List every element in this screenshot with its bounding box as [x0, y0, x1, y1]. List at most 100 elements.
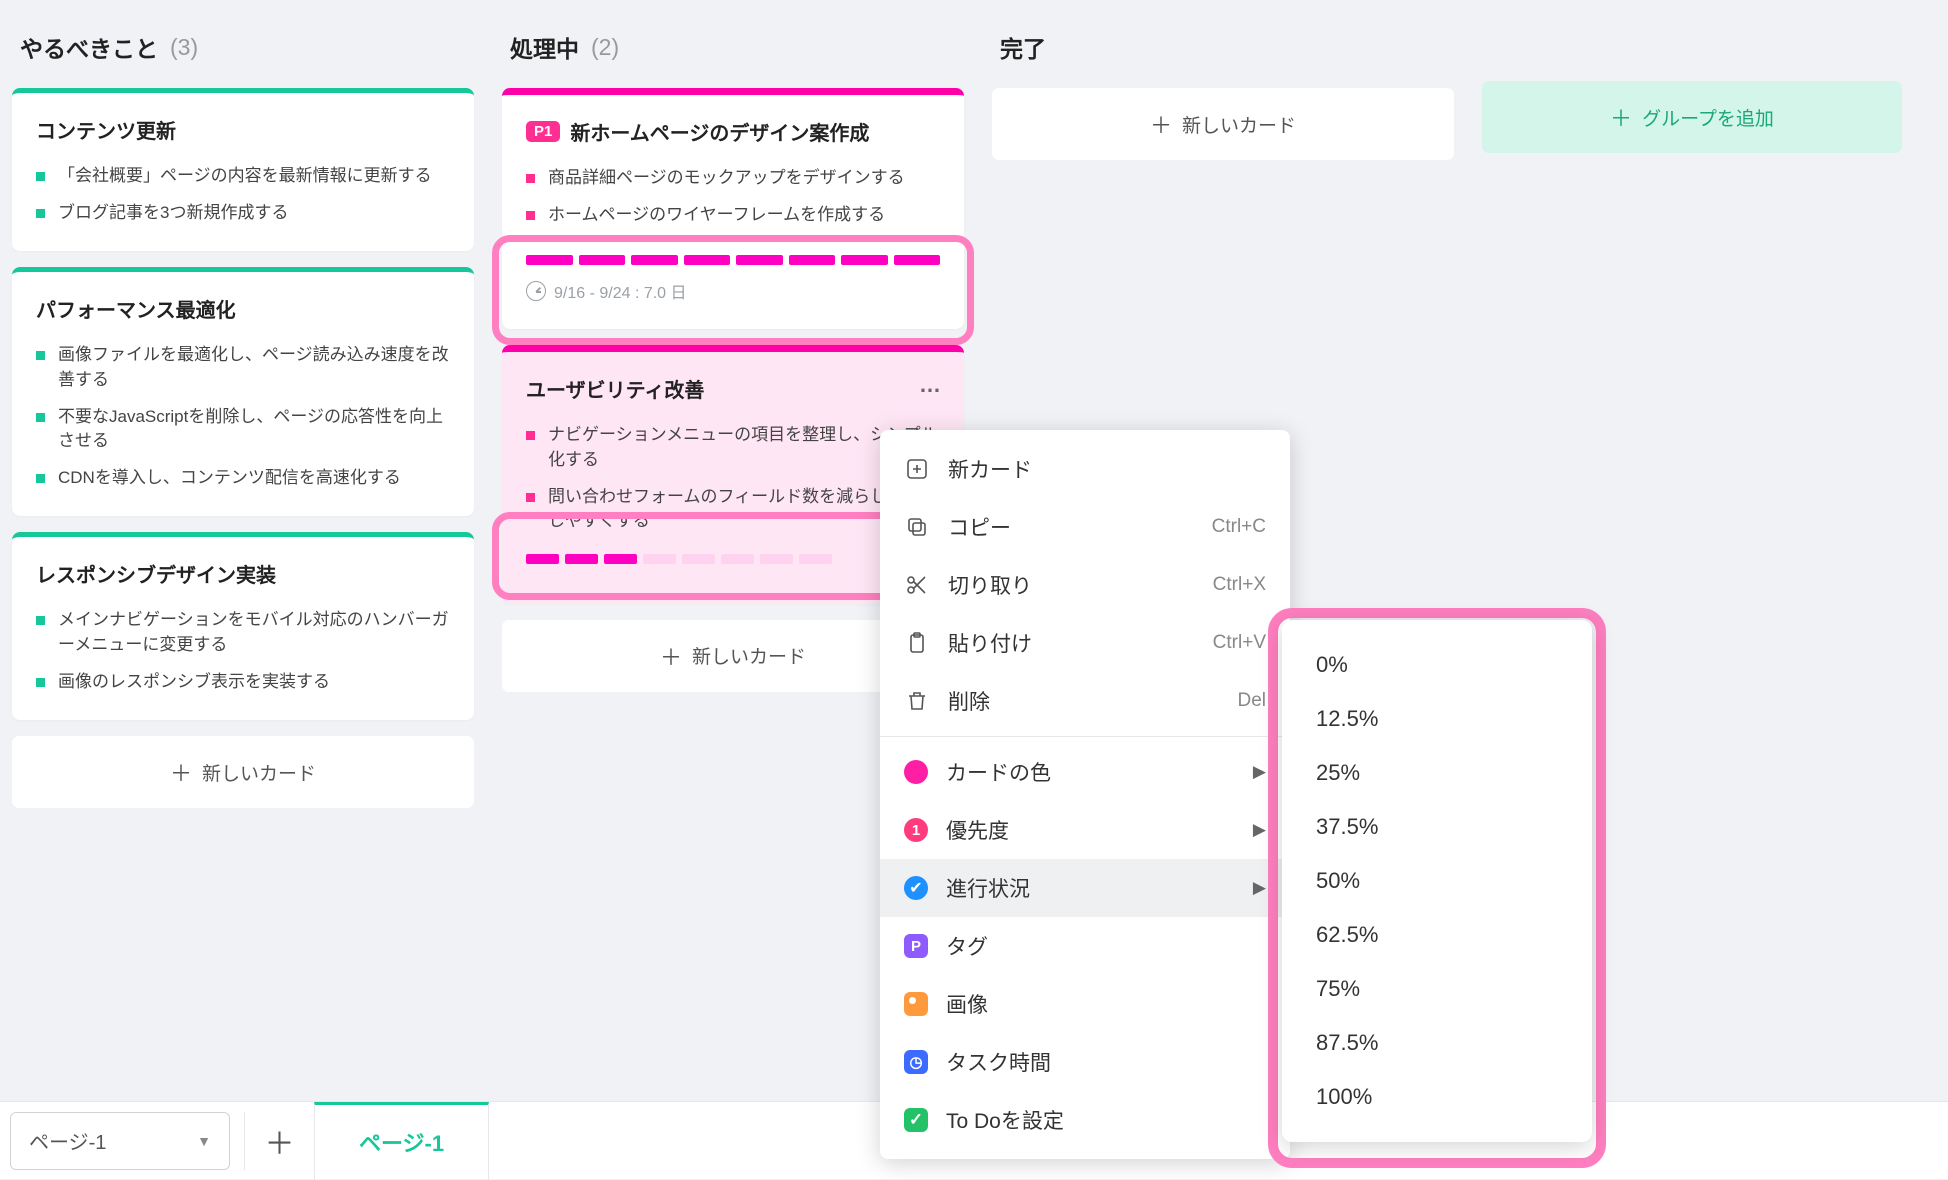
- bullet-item: 画像のレスポンシブ表示を実装する: [36, 664, 450, 701]
- card-content-update[interactable]: コンテンツ更新 「会社概要」ページの内容を最新情報に更新する ブログ記事を3つ新…: [12, 88, 474, 251]
- ctx-delete[interactable]: 削除 Del: [880, 672, 1290, 730]
- column-title: やるべきこと: [20, 30, 158, 64]
- bullet-item: ナビゲーションメニューの項目を整理し、シンプル化する: [526, 417, 940, 478]
- ctx-new-card[interactable]: 新カード: [880, 440, 1290, 498]
- bullet-item: 問い合わせフォームのフィールド数を減らし、入力しやすくする: [526, 479, 940, 540]
- column-title: 処理中: [510, 30, 579, 64]
- progress-option-12[interactable]: 12.5%: [1282, 692, 1592, 746]
- plus-square-icon: [904, 456, 930, 482]
- color-dot-icon: [904, 760, 928, 784]
- card-performance[interactable]: パフォーマンス最適化 画像ファイルを最適化し、ページ読み込み速度を改善する 不要…: [12, 267, 474, 516]
- priority-badge: P1: [526, 121, 560, 142]
- ctx-label: 切り取り: [948, 570, 1032, 600]
- ctx-cut[interactable]: 切り取り Ctrl+X: [880, 556, 1290, 614]
- page-select-label: ページ-1: [29, 1126, 106, 1155]
- progress-submenu: 0% 12.5% 25% 37.5% 50% 62.5% 75% 87.5% 1…: [1282, 620, 1592, 1142]
- ctx-todo[interactable]: ✓ To Doを設定: [880, 1091, 1290, 1149]
- progress-option-87[interactable]: 87.5%: [1282, 1016, 1592, 1070]
- ctx-label: To Doを設定: [946, 1105, 1064, 1135]
- clock-square-icon: ◷: [904, 1050, 928, 1074]
- progress-option-62[interactable]: 62.5%: [1282, 908, 1592, 962]
- ctx-label: 新カード: [948, 454, 1032, 484]
- plus-icon: ＋: [170, 756, 192, 788]
- column-header-todo: やるべきこと (3): [12, 20, 474, 88]
- ctx-shortcut: Del: [1237, 690, 1266, 712]
- scissors-icon: [904, 572, 930, 598]
- button-label: 新しいカード: [692, 642, 806, 669]
- add-page-button[interactable]: ＋: [244, 1112, 314, 1170]
- progress-option-37[interactable]: 37.5%: [1282, 800, 1592, 854]
- chevron-right-icon: ▶: [1253, 820, 1266, 840]
- button-label: 新しいカード: [202, 759, 316, 786]
- progress-option-50[interactable]: 50%: [1282, 854, 1592, 908]
- menu-separator: [880, 736, 1290, 737]
- progress-option-100[interactable]: 100%: [1282, 1070, 1592, 1124]
- ctx-label: カードの色: [946, 757, 1051, 787]
- ctx-label: 画像: [946, 989, 988, 1019]
- bullet-item: メインナビゲーションをモバイル対応のハンバーガーメニューに変更する: [36, 602, 450, 663]
- new-card-button[interactable]: ＋ 新しいカード: [992, 88, 1454, 160]
- ctx-progress[interactable]: ✔ 進行状況 ▶: [880, 859, 1290, 917]
- ctx-label: 優先度: [946, 815, 1009, 845]
- plus-icon: ＋: [1150, 108, 1172, 140]
- column-title: 完了: [1000, 30, 1046, 64]
- check-square-icon: ✓: [904, 1108, 928, 1132]
- ctx-task-time[interactable]: ◷ タスク時間: [880, 1033, 1290, 1091]
- add-group-button[interactable]: ＋ グループを追加: [1482, 81, 1902, 153]
- card-title-text: 新ホームページのデザイン案作成: [570, 117, 869, 146]
- bullet-item: CDNを導入し、コンテンツ配信を高速化する: [36, 460, 450, 497]
- page-tab-active[interactable]: ページ-1: [314, 1102, 489, 1180]
- ctx-paste[interactable]: 貼り付け Ctrl+V: [880, 614, 1290, 672]
- progress-bar: [526, 554, 832, 564]
- card-more-icon[interactable]: …: [919, 372, 942, 398]
- plus-icon: ＋: [265, 1128, 295, 1161]
- card-bullets: 画像ファイルを最適化し、ページ読み込み速度を改善する 不要なJavaScript…: [36, 337, 450, 496]
- progress-option-0[interactable]: 0%: [1282, 638, 1592, 692]
- progress-bar: [526, 255, 940, 265]
- bullet-item: 商品詳細ページのモックアップをデザインする: [526, 160, 940, 197]
- bullet-item: ブログ記事を3つ新規作成する: [36, 195, 450, 232]
- ctx-shortcut: Ctrl+X: [1213, 574, 1266, 596]
- ctx-copy[interactable]: コピー Ctrl+C: [880, 498, 1290, 556]
- ctx-label: タグ: [946, 931, 988, 961]
- new-card-button[interactable]: ＋ 新しいカード: [12, 736, 474, 808]
- ctx-label: タスク時間: [946, 1047, 1051, 1077]
- card-bullets: ナビゲーションメニューの項目を整理し、シンプル化する 問い合わせフォームのフィー…: [526, 417, 940, 540]
- ctx-image[interactable]: 画像: [880, 975, 1290, 1033]
- bullet-item: 不要なJavaScriptを削除し、ページの応答性を向上させる: [36, 399, 450, 460]
- progress-option-75[interactable]: 75%: [1282, 962, 1592, 1016]
- check-circle-icon: ✔: [904, 876, 928, 900]
- image-icon: [904, 992, 928, 1016]
- card-title: P1 新ホームページのデザイン案作成: [526, 117, 940, 146]
- chevron-down-icon: ▼: [197, 1133, 211, 1149]
- ctx-shortcut: Ctrl+C: [1212, 516, 1266, 538]
- card-date-text: 9/16 - 9/24 : 7.0 日: [554, 279, 687, 303]
- button-label: グループを追加: [1642, 104, 1774, 131]
- plus-icon: ＋: [1610, 101, 1632, 133]
- button-label: 新しいカード: [1182, 111, 1296, 138]
- ctx-label: 貼り付け: [948, 628, 1032, 658]
- card-homepage-design[interactable]: P1 新ホームページのデザイン案作成 商品詳細ページのモックアップをデザインする…: [502, 88, 964, 329]
- copy-icon: [904, 514, 930, 540]
- card-date-row: 9/16 - 9/24 : 7.0 日: [526, 279, 940, 303]
- ctx-priority[interactable]: 1 優先度 ▶: [880, 801, 1290, 859]
- tag-icon: P: [904, 934, 928, 958]
- trash-icon: [904, 688, 930, 714]
- card-responsive[interactable]: レスポンシブデザイン実装 メインナビゲーションをモバイル対応のハンバーガーメニュ…: [12, 532, 474, 720]
- column-header-doing: 処理中 (2): [502, 20, 964, 88]
- column-todo: やるべきこと (3) コンテンツ更新 「会社概要」ページの内容を最新情報に更新す…: [12, 20, 474, 808]
- card-bullets: 「会社概要」ページの内容を最新情報に更新する ブログ記事を3つ新規作成する: [36, 158, 450, 231]
- ctx-card-color[interactable]: カードの色 ▶: [880, 743, 1290, 801]
- priority-icon: 1: [904, 818, 928, 842]
- ctx-shortcut: Ctrl+V: [1213, 632, 1266, 654]
- ctx-tag[interactable]: P タグ: [880, 917, 1290, 975]
- bullet-item: 「会社概要」ページの内容を最新情報に更新する: [36, 158, 450, 195]
- card-title: パフォーマンス最適化: [36, 294, 450, 323]
- progress-option-25[interactable]: 25%: [1282, 746, 1592, 800]
- ctx-label: コピー: [948, 512, 1011, 542]
- column-header-done: 完了: [992, 20, 1454, 88]
- page-select-dropdown[interactable]: ページ-1 ▼: [10, 1112, 230, 1170]
- card-title: ユーザビリティ改善: [526, 374, 940, 403]
- clock-icon: [526, 281, 546, 301]
- bullet-item: 画像ファイルを最適化し、ページ読み込み速度を改善する: [36, 337, 450, 398]
